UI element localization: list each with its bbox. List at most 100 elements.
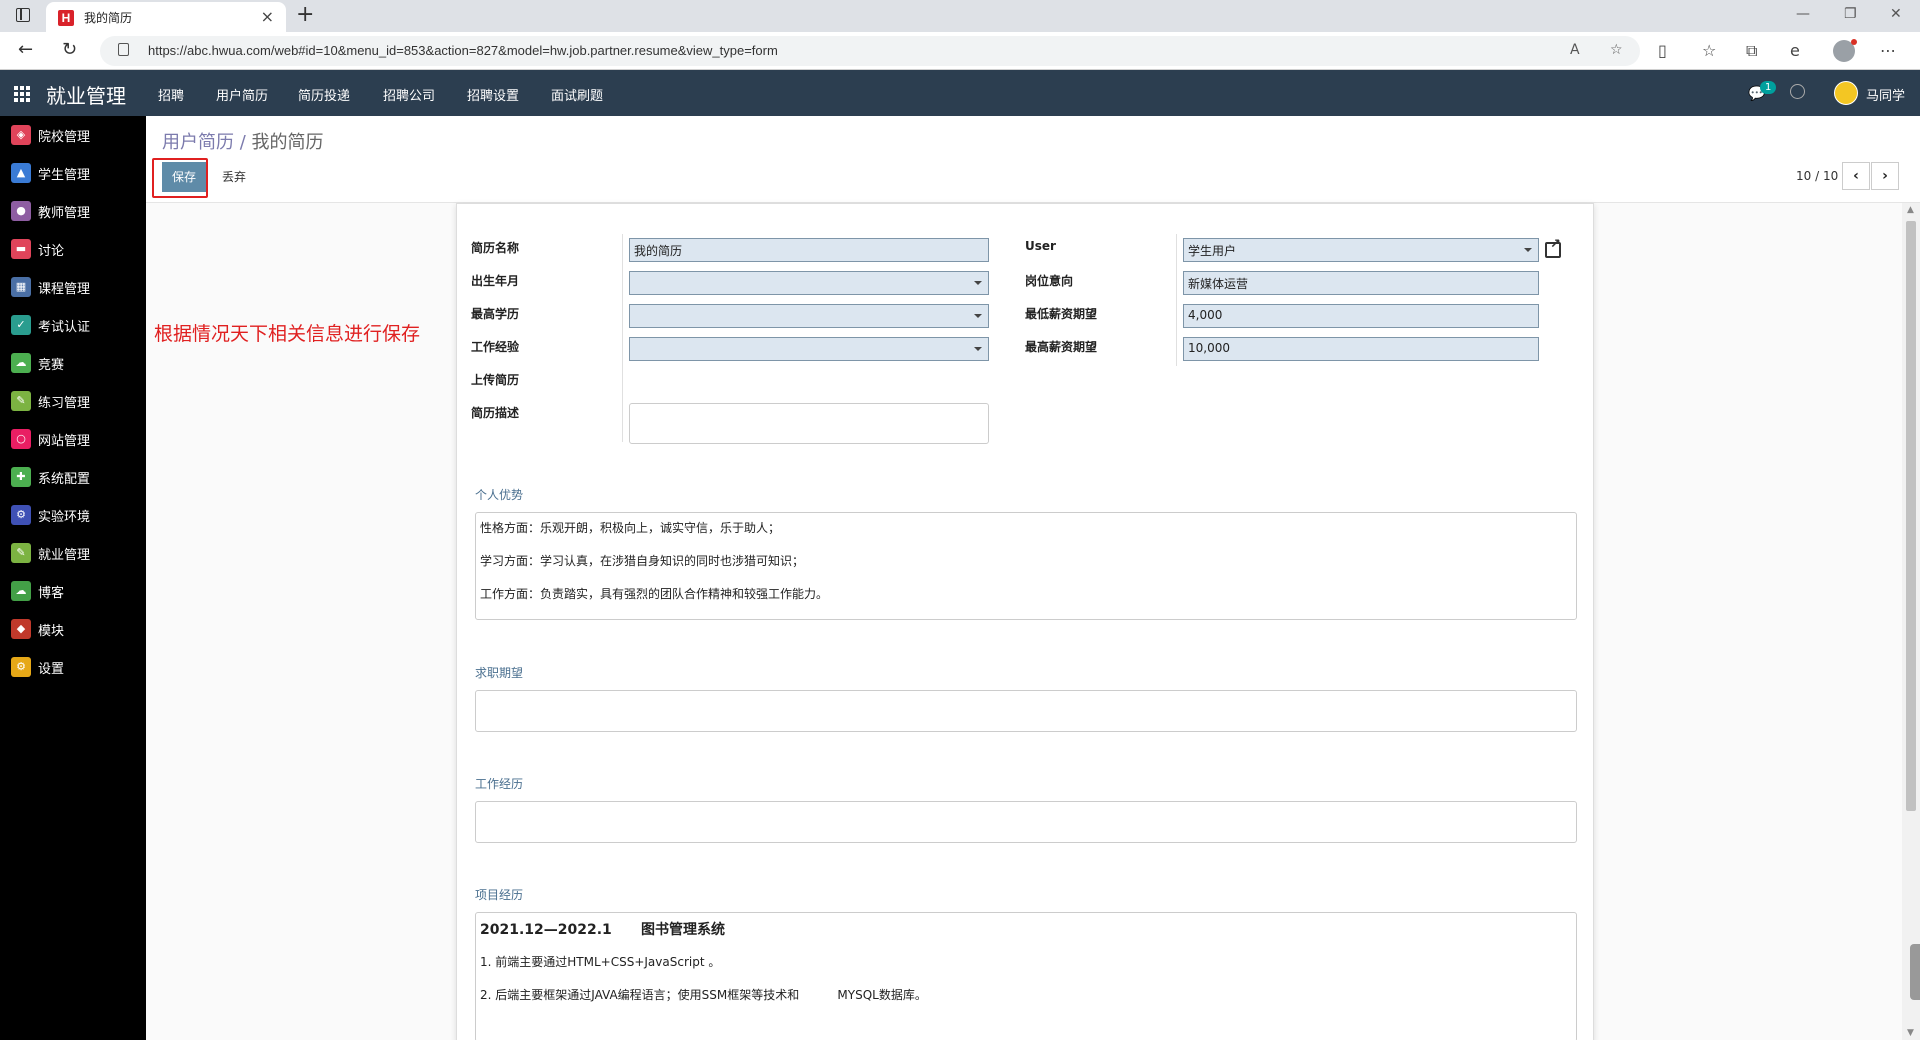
scroll-up-icon[interactable]: ▲ xyxy=(1907,205,1914,215)
sidebar-item-exams[interactable]: ✓ 考试认证 xyxy=(0,306,146,344)
activity-clock-icon[interactable] xyxy=(1790,84,1805,99)
favorite-add-icon[interactable]: ☆ xyxy=(1610,42,1623,58)
new-tab-icon[interactable]: + xyxy=(296,2,314,27)
sidebar-item-courses[interactable]: ▦ 课程管理 xyxy=(0,268,146,306)
education-select[interactable] xyxy=(629,304,989,328)
sidebar-item-school[interactable]: ◈ 院校管理 xyxy=(0,116,146,154)
sidebar-item-website[interactable]: ○ 网站管理 xyxy=(0,420,146,458)
favorites-icon[interactable]: ☆ xyxy=(1702,41,1716,60)
sidebar-item-label: 考试认证 xyxy=(38,320,91,335)
sidebar-item-teachers[interactable]: ● 教师管理 xyxy=(0,192,146,230)
edge-icon[interactable]: e xyxy=(1790,41,1800,60)
restore-icon[interactable]: ❐ xyxy=(1844,6,1857,22)
read-aloud-icon[interactable]: A xyxy=(1570,42,1580,58)
graduation-cap-icon: ▲ xyxy=(11,163,31,183)
breadcrumb: 用户简历 / 我的简历 xyxy=(162,128,324,154)
sidebar-item-practice[interactable]: ✎ 练习管理 xyxy=(0,382,146,420)
apps-grid-icon[interactable] xyxy=(14,86,30,102)
project-textarea[interactable]: 2021.12—2022.1 图书管理系统 1. 前端主要通过HTML+CSS+… xyxy=(475,912,1577,1040)
app-navbar: 就业管理 招聘 用户简历 简历投递 招聘公司 招聘设置 面试刷题 💬 1 马同学 xyxy=(0,70,1920,116)
browser-tab[interactable]: H 我的简历 × xyxy=(46,2,286,32)
pager-next-icon[interactable]: › xyxy=(1871,162,1899,190)
section-title-work: 工作经历 xyxy=(475,777,524,791)
chat-badge: 1 xyxy=(1760,81,1777,94)
project-heading: 2021.12—2022.1 图书管理系统 xyxy=(480,919,725,939)
breadcrumb-current: 我的简历 xyxy=(251,132,324,153)
breadcrumb-parent[interactable]: 用户简历 xyxy=(162,132,234,153)
tab-actions-icon[interactable] xyxy=(16,8,30,22)
menu-item-interview-practice[interactable]: 面试刷题 xyxy=(551,85,603,104)
work-experience-select[interactable] xyxy=(629,337,989,361)
sidebar-item-employment[interactable]: ✎ 就业管理 xyxy=(0,534,146,572)
advantage-line: 性格方面：乐观开朗，积极向上，诚实守信，乐于助人； xyxy=(480,521,781,535)
resume-description-textarea[interactable] xyxy=(629,403,989,444)
sidebar-item-discussion[interactable]: ▬ 讨论 xyxy=(0,230,146,268)
menu-item-user-resume[interactable]: 用户简历 xyxy=(216,85,268,104)
external-link-icon[interactable] xyxy=(1545,237,1561,258)
min-salary-input[interactable]: 4,000 xyxy=(1183,304,1539,328)
sidebar-item-label: 讨论 xyxy=(38,244,65,259)
sidebar-item-competition[interactable]: ☁ 竞赛 xyxy=(0,344,146,382)
label-resume-description: 简历描述 xyxy=(471,406,520,420)
sidebar-item-label: 学生管理 xyxy=(38,168,91,183)
save-button[interactable]: 保存 xyxy=(162,162,206,192)
menu-item-recruit-settings[interactable]: 招聘设置 xyxy=(467,85,519,104)
sidebar-item-settings[interactable]: ⚙ 设置 xyxy=(0,648,146,686)
reload-icon[interactable]: ↻ xyxy=(62,39,77,60)
sidebar-item-students[interactable]: ▲ 学生管理 xyxy=(0,154,146,192)
minimize-icon[interactable]: — xyxy=(1796,6,1810,22)
side-panel-handle[interactable] xyxy=(1910,944,1920,1000)
blog-cloud-icon: ☁ xyxy=(11,581,31,601)
label-max-salary: 最高薪资期望 xyxy=(1025,340,1098,354)
sidebar-item-label: 系统配置 xyxy=(38,472,91,487)
menu-item-recruit[interactable]: 招聘 xyxy=(158,85,184,104)
label-resume-name: 简历名称 xyxy=(471,241,520,255)
label-education: 最高学历 xyxy=(471,307,520,321)
site-favicon-icon: H xyxy=(58,10,74,26)
address-bar: ← ↻ https://abc.hwua.com/web#id=10&menu_… xyxy=(0,32,1920,70)
page-scrollbar[interactable]: ▲ ▼ xyxy=(1902,203,1920,1040)
pager-previous-icon[interactable]: ‹ xyxy=(1842,162,1870,190)
back-icon[interactable]: ← xyxy=(18,39,33,60)
url-field[interactable]: https://abc.hwua.com/web#id=10&menu_id=8… xyxy=(100,36,1640,66)
work-textarea[interactable] xyxy=(475,801,1577,843)
teacher-icon: ● xyxy=(11,201,31,221)
advantage-line: 工作方面：负责踏实，具有强烈的团队合作精神和较强工作能力。 xyxy=(480,587,829,601)
sidebar-item-blog[interactable]: ☁ 博客 xyxy=(0,572,146,610)
label-user: User xyxy=(1025,239,1056,253)
label-work-experience: 工作经验 xyxy=(471,340,520,354)
advantages-textarea[interactable]: 性格方面：乐观开朗，积极向上，诚实守信，乐于助人； 学习方面：学习认真，在涉猎自… xyxy=(475,512,1577,620)
expectation-textarea[interactable] xyxy=(475,690,1577,732)
discard-button[interactable]: 丢弃 xyxy=(212,162,256,192)
form-sheet: 简历名称 出生年月 最高学历 工作经验 上传简历 简历描述 我的简历 User … xyxy=(456,203,1594,1040)
app-brand[interactable]: 就业管理 xyxy=(46,80,126,109)
sidebar-item-label: 实验环境 xyxy=(38,510,91,525)
more-icon[interactable]: ⋯ xyxy=(1880,41,1896,60)
sidebar-item-lab[interactable]: ⚙ 实验环境 xyxy=(0,496,146,534)
sidebar-item-label: 模块 xyxy=(38,624,65,639)
close-window-icon[interactable]: ✕ xyxy=(1890,6,1902,22)
menu-item-resume-delivery[interactable]: 简历投递 xyxy=(298,85,350,104)
user-name[interactable]: 马同学 xyxy=(1866,85,1905,104)
lab-icon: ⚙ xyxy=(11,505,31,525)
user-avatar[interactable] xyxy=(1834,81,1858,105)
tab-close-icon[interactable]: × xyxy=(261,7,274,26)
split-screen-icon[interactable]: ▯ xyxy=(1658,41,1667,60)
resume-name-input[interactable]: 我的简历 xyxy=(629,238,989,262)
breadcrumb-separator: / xyxy=(234,132,252,153)
scroll-down-icon[interactable]: ▼ xyxy=(1907,1028,1914,1038)
sidebar-item-modules[interactable]: ◆ 模块 xyxy=(0,610,146,648)
user-select[interactable]: 学生用户 xyxy=(1183,238,1539,262)
sidebar-item-label: 博客 xyxy=(38,586,65,601)
collections-icon[interactable]: ⧉ xyxy=(1746,41,1757,61)
sidebar-item-system[interactable]: ✚ 系统配置 xyxy=(0,458,146,496)
section-title-expectation: 求职期望 xyxy=(475,666,524,680)
browser-profile-icon[interactable] xyxy=(1833,39,1857,62)
max-salary-input[interactable]: 10,000 xyxy=(1183,337,1539,361)
scrollbar-thumb[interactable] xyxy=(1906,221,1916,811)
job-intention-input[interactable]: 新媒体运营 xyxy=(1183,271,1539,295)
form-background: 根据情况天下相关信息进行保存 简历名称 出生年月 最高学历 工作经验 上传简历 … xyxy=(146,203,1920,1040)
sidebar-item-label: 设置 xyxy=(38,662,65,677)
birth-date-select[interactable] xyxy=(629,271,989,295)
menu-item-companies[interactable]: 招聘公司 xyxy=(383,85,435,104)
